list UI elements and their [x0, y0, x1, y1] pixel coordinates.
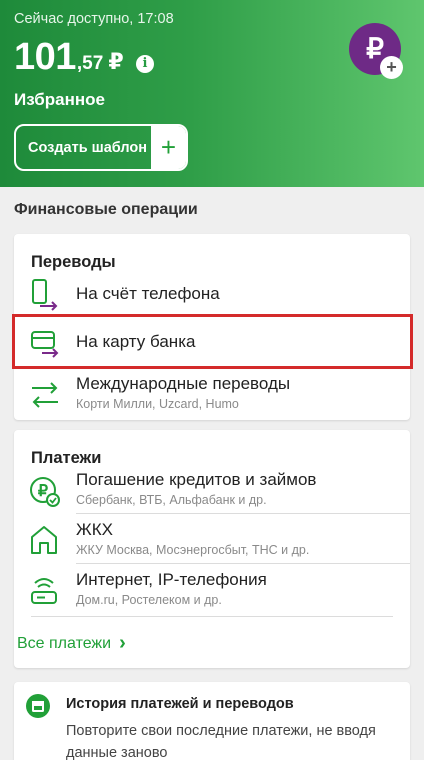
- house-icon: [31, 526, 57, 554]
- all-payments-link[interactable]: Все платежи ›: [17, 632, 126, 655]
- utilities-payment[interactable]: ЖКХ ЖКУ Москва, Мосэнергосбыт, ТНС и др.: [14, 517, 410, 563]
- history-card[interactable]: История платежей и переводов Повторите с…: [14, 682, 410, 760]
- divider: [76, 563, 410, 564]
- international-transfers-label: Международные переводы: [76, 374, 291, 393]
- create-template-button[interactable]: Создать шаблон +: [14, 124, 188, 171]
- router-wifi-icon: [31, 578, 57, 604]
- loan-repayment[interactable]: ₽ Погашение кредитов и займов Сбербанк, …: [14, 468, 410, 514]
- utilities-sub: ЖКУ Москва, Мосэнергосбыт, ТНС и др.: [76, 543, 310, 557]
- internet-payment[interactable]: Интернет, IP-телефония Дом.ru, Ростелеко…: [14, 567, 410, 613]
- balance-header: Сейчас доступно, 17:08 101 ,57 ₽ i Избра…: [0, 0, 424, 187]
- payments-title: Платежи: [31, 449, 102, 467]
- favorites-title: Избранное: [14, 90, 105, 109]
- utilities-label: ЖКХ: [76, 520, 113, 539]
- history-title: История платежей и переводов: [66, 696, 294, 712]
- divider: [76, 513, 410, 514]
- highlight-box: [12, 314, 413, 369]
- internet-sub: Дом.ru, Ростелеком и др.: [76, 593, 222, 607]
- loan-repayment-label: Погашение кредитов и займов: [76, 470, 317, 489]
- add-account-icon[interactable]: +: [380, 56, 403, 79]
- international-transfers-sub: Корти Милли, Uzcard, Humo: [76, 397, 239, 411]
- balance-fraction: ,57: [76, 53, 104, 74]
- currency-symbol: ₽: [108, 49, 124, 74]
- loan-repayment-sub: Сбербанк, ВТБ, Альфабанк и др.: [76, 493, 267, 507]
- transfers-title: Переводы: [31, 253, 116, 271]
- availability-status: Сейчас доступно, 17:08: [14, 11, 174, 27]
- divider: [31, 616, 393, 617]
- svg-text:₽: ₽: [366, 33, 384, 64]
- create-template-label: Создать шаблон: [28, 139, 148, 156]
- info-icon[interactable]: i: [136, 55, 154, 73]
- phone-transfer-icon: [32, 279, 58, 311]
- chevron-right-icon: ›: [119, 632, 126, 654]
- internet-label: Интернет, IP-телефония: [76, 570, 267, 589]
- plus-icon: +: [151, 126, 186, 169]
- exchange-arrows-icon: [32, 382, 58, 408]
- financial-operations-title: Финансовые операции: [14, 201, 198, 218]
- transfer-to-phone-label: На счёт телефона: [76, 284, 220, 303]
- history-description: Повторите свои последние платежи, не вво…: [66, 723, 376, 760]
- international-transfers[interactable]: Международные переводы Корти Милли, Uzca…: [14, 374, 410, 420]
- balance-amount[interactable]: 101 ,57 ₽: [14, 36, 124, 79]
- ruble-circle-icon: ₽: [30, 477, 60, 507]
- all-payments-label: Все платежи: [17, 634, 112, 652]
- calendar-icon: [26, 694, 50, 718]
- balance-main: 101: [14, 36, 76, 78]
- transfer-to-phone[interactable]: На счёт телефона: [14, 274, 410, 314]
